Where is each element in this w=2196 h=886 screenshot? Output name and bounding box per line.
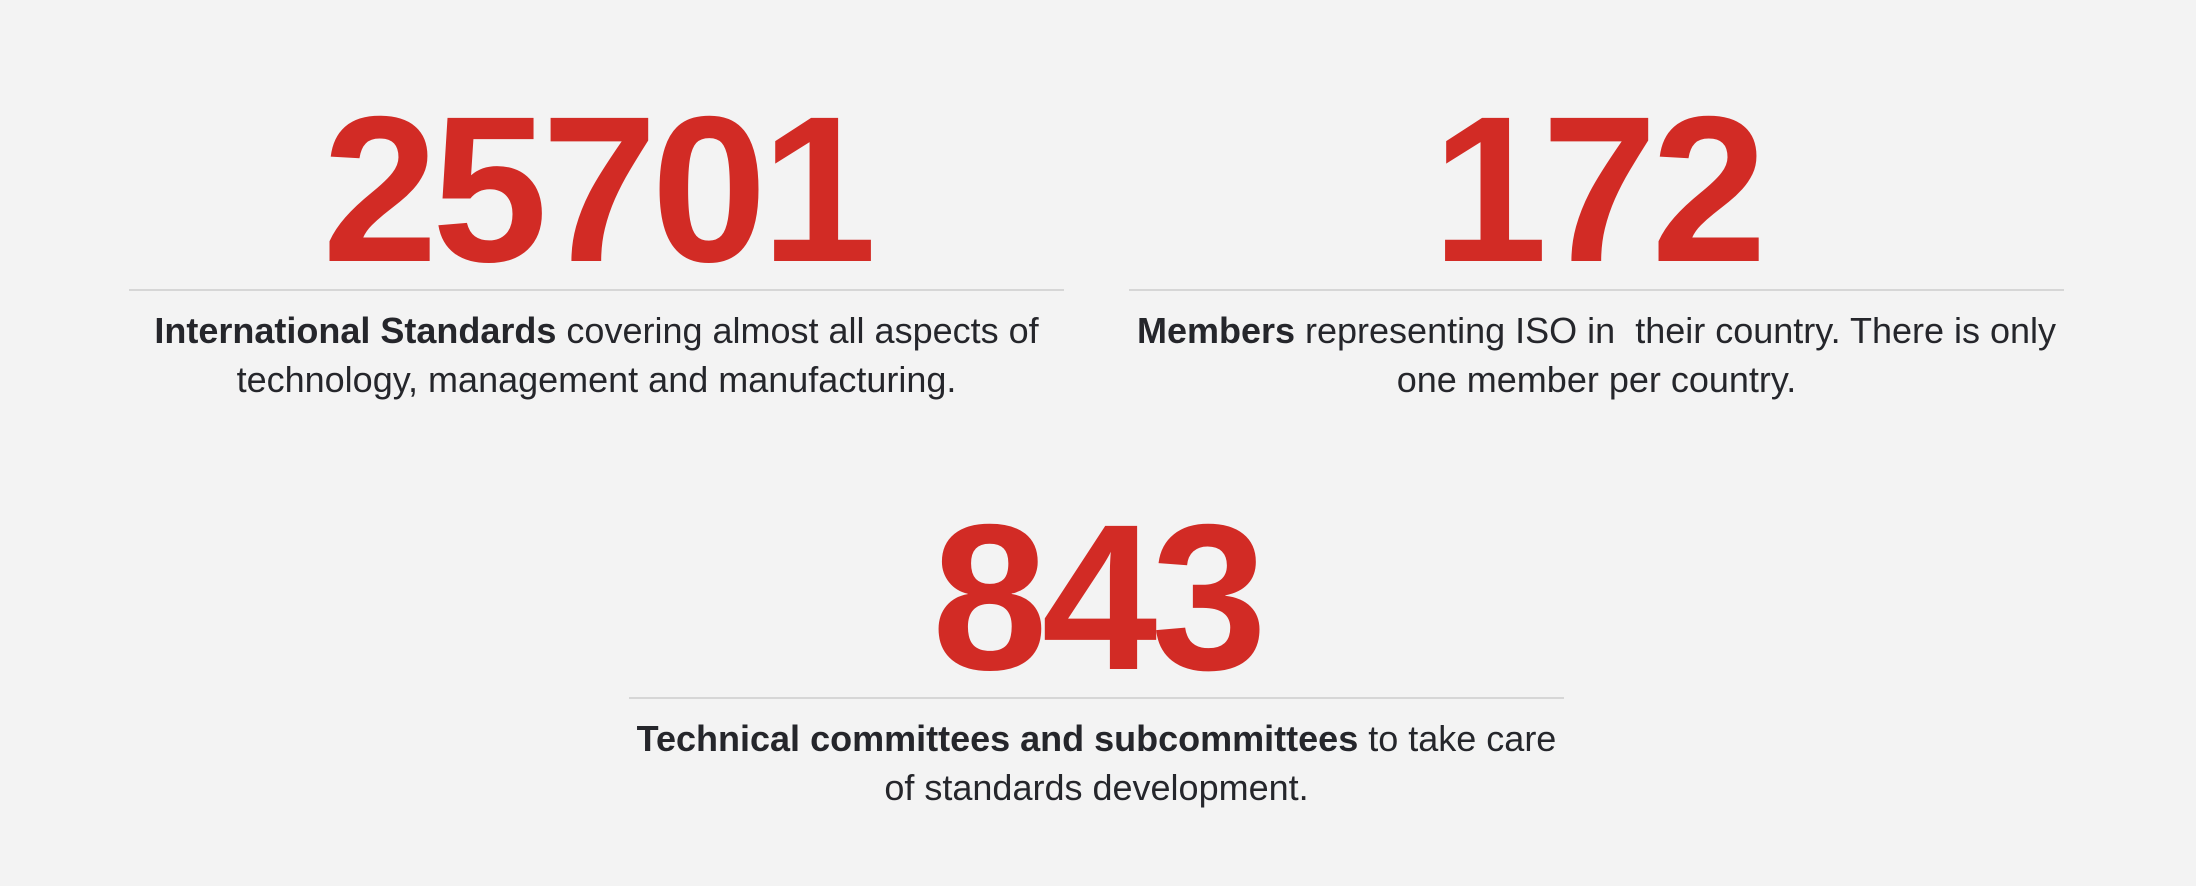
stat-caption: Members representing ISO in their countr…: [1129, 306, 2064, 404]
stat-divider: [129, 289, 1064, 291]
stat-international-standards: 25701 International Standards covering a…: [129, 80, 1064, 400]
stat-caption: International Standards covering almost …: [129, 306, 1064, 404]
stat-value: 843: [931, 482, 1267, 714]
stat-caption-bold: International Standards: [154, 310, 557, 351]
stat-value: 172: [1431, 74, 1767, 306]
stat-caption: Technical committees and subcommittees t…: [629, 714, 1564, 812]
stat-divider: [1129, 289, 2064, 291]
stat-divider: [629, 697, 1564, 699]
stat-caption-bold: Members: [1136, 310, 1296, 351]
stat-technical-committees: 843 Technical committees and subcommitte…: [629, 488, 1564, 828]
stat-value: 25701: [322, 74, 876, 306]
stat-caption-text: representing ISO in their country. There…: [1295, 310, 2067, 400]
stat-members: 172 Members representing ISO in their co…: [1129, 80, 2064, 400]
stat-caption-bold: Technical committees and subcommittees: [636, 718, 1359, 759]
